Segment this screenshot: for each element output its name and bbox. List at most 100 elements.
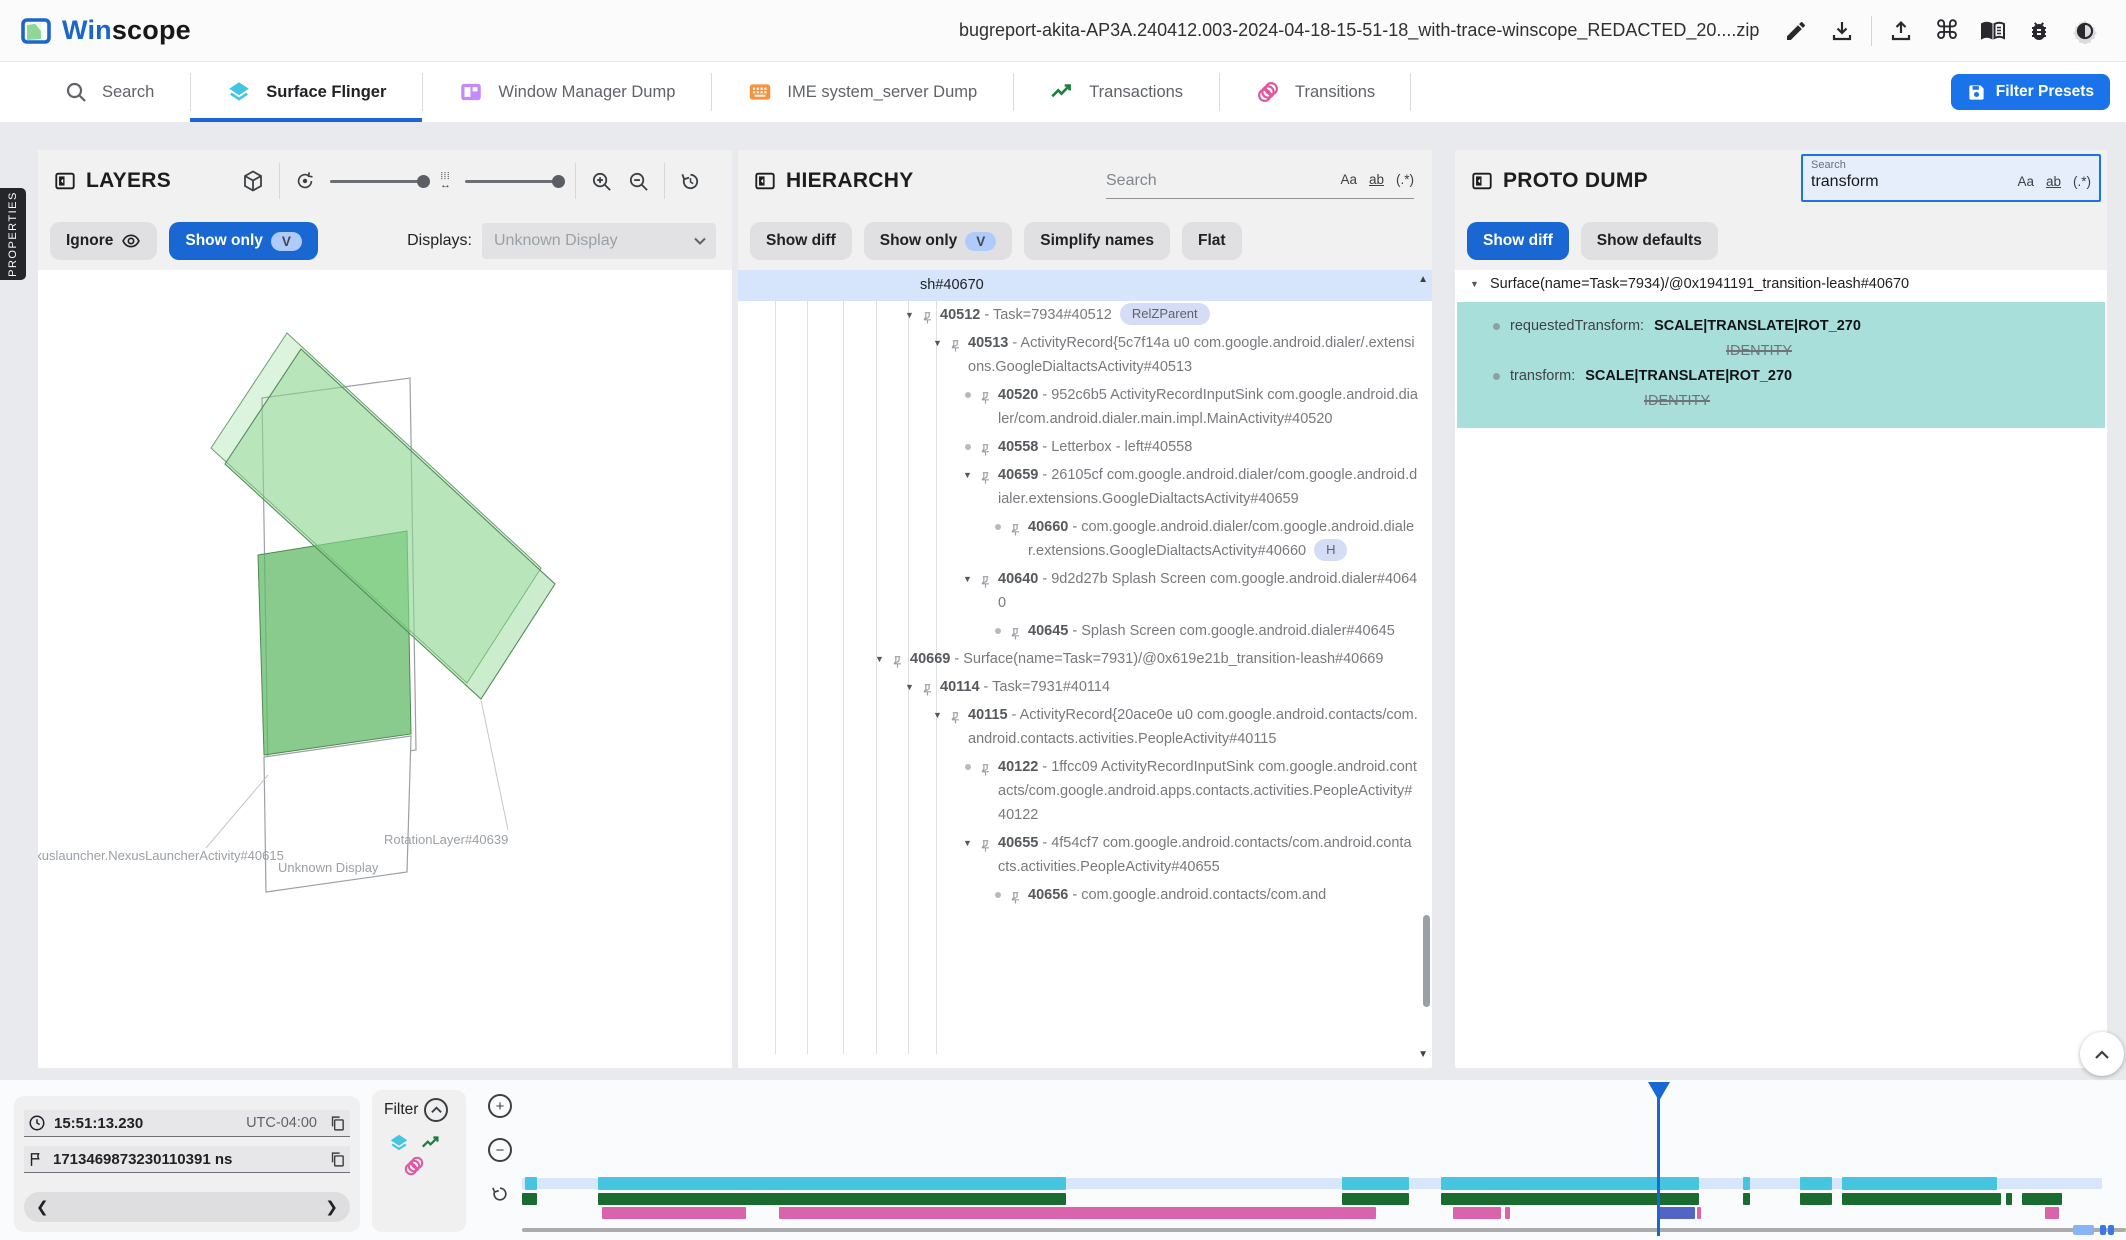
tree-node-40645[interactable]: 40645 - Splash Screen com.google.android… <box>738 617 1432 645</box>
pin-icon[interactable] <box>950 334 961 353</box>
trace-segment-transitions[interactable] <box>2045 1207 2059 1219</box>
tab-transitions[interactable]: Transitions <box>1219 62 1411 122</box>
trace-segment-transitions[interactable] <box>602 1207 746 1219</box>
trace-segment-surface-flinger[interactable] <box>1800 1177 1832 1190</box>
report-bug-icon[interactable] <box>2016 11 2062 51</box>
collapse-arrow-icon[interactable]: ▼ <box>872 647 887 671</box>
trace-segment-transactions[interactable] <box>1342 1193 1409 1205</box>
next-entry-icon[interactable]: ❯ <box>325 1198 338 1216</box>
pin-icon[interactable] <box>980 466 991 485</box>
scrollbar-thumb[interactable] <box>2073 1225 2094 1235</box>
pin-icon[interactable] <box>922 306 933 325</box>
proto-root-node[interactable]: ▼ Surface(name=Task=7934)/@0x1941191_tra… <box>1455 270 2107 300</box>
pin-icon[interactable] <box>980 386 991 405</box>
trace-segment-transactions[interactable] <box>522 1193 537 1205</box>
hierarchy-show-only-button[interactable]: Show onlyV <box>864 222 1013 260</box>
previous-entry-icon[interactable]: ❮ <box>36 1198 49 1216</box>
pin-icon[interactable] <box>1010 886 1021 905</box>
proto-show-defaults-button[interactable]: Show defaults <box>1581 222 1718 260</box>
timeline-zoom-out-icon[interactable]: − <box>488 1138 512 1162</box>
scroll-up-icon[interactable]: ▲ <box>1418 274 1428 285</box>
upload-new-trace-icon[interactable] <box>1878 11 1924 51</box>
tree-node-40655[interactable]: ▼40655 - 4f54cf7 com.google.android.cont… <box>738 829 1432 881</box>
collapse-filter-icon[interactable] <box>424 1098 448 1122</box>
hierarchy-simplify-names-button[interactable]: Simplify names <box>1024 222 1170 260</box>
tree-node-40669[interactable]: ▼40669 - Surface(name=Task=7931)/@0x619e… <box>738 645 1432 673</box>
hierarchy-search-input[interactable]: Search Aa ab (.*) <box>1106 164 1414 199</box>
pin-icon[interactable] <box>980 570 991 589</box>
timeline-zoom-in-icon[interactable]: + <box>488 1094 512 1118</box>
trace-segment-transactions[interactable] <box>2022 1193 2062 1205</box>
expand-timeline-button[interactable] <box>2080 1032 2124 1076</box>
zoom-in-icon[interactable] <box>590 170 613 193</box>
human-time-field[interactable]: 15:51:13.230 UTC-04:00 <box>24 1110 350 1137</box>
spacing-slider[interactable] <box>465 180 561 183</box>
tab-transactions[interactable]: Transactions <box>1013 62 1219 122</box>
reset-zoom-icon[interactable] <box>679 170 702 193</box>
pin-icon[interactable] <box>922 678 933 697</box>
match-case-icon[interactable]: Aa <box>1340 172 1357 187</box>
proto-property-requestedTransform[interactable]: requestedTransform:SCALE|TRANSLATE|ROT_2… <box>1493 314 2097 338</box>
tab-search[interactable]: Search <box>28 62 190 122</box>
collapse-arrow-icon[interactable]: ▼ <box>902 675 917 699</box>
documentation-icon[interactable] <box>1970 11 2016 51</box>
trace-segment-transitions[interactable] <box>1505 1207 1510 1219</box>
trace-segment-surface-flinger[interactable] <box>1441 1177 1699 1190</box>
trace-segment-transitions[interactable] <box>1453 1207 1501 1219</box>
layers-show-only-button[interactable]: Show onlyV <box>169 222 318 260</box>
tree-node-40512[interactable]: ▼40512 - Task=7934#40512RelZParent <box>738 301 1432 329</box>
pin-icon[interactable] <box>892 650 903 669</box>
proto-show-diff-button[interactable]: Show diff <box>1467 222 1569 260</box>
selected-trace-segment[interactable] <box>1659 1207 1695 1219</box>
tree-node-40656[interactable]: 40656 - com.google.android.contacts/com.… <box>738 881 1432 909</box>
tree-node-40520[interactable]: 40520 - 952c6b5 ActivityRecordInputSink … <box>738 381 1432 433</box>
displays-dropdown[interactable]: Unknown Display <box>482 223 716 259</box>
match-word-icon[interactable]: ab <box>1369 172 1384 187</box>
rotation-slider[interactable] <box>330 180 426 183</box>
trace-segment-surface-flinger[interactable] <box>1342 1177 1409 1190</box>
edit-filename-icon[interactable] <box>1773 11 1819 51</box>
tab-window-manager-dump[interactable]: Window Manager Dump <box>422 62 711 122</box>
scroll-down-icon[interactable]: ▼ <box>1418 1049 1428 1060</box>
tree-node-40115[interactable]: ▼40115 - ActivityRecord{20ace0e u0 com.g… <box>738 701 1432 753</box>
trace-segment-surface-flinger[interactable] <box>525 1177 537 1190</box>
tree-node-40114[interactable]: ▼40114 - Task=7931#40114 <box>738 673 1432 701</box>
trace-segment-transactions[interactable] <box>1842 1193 2001 1205</box>
hierarchy-show-diff-button[interactable]: Show diff <box>750 222 852 260</box>
theme-toggle-icon[interactable] <box>2062 11 2108 51</box>
keyboard-shortcuts-icon[interactable]: ⌘ <box>1924 11 1970 51</box>
timeline-tracks[interactable] <box>522 1176 2126 1226</box>
tree-node-40558[interactable]: 40558 - Letterbox - left#40558 <box>738 433 1432 461</box>
timeline-reset-icon[interactable] <box>488 1182 512 1206</box>
pin-icon[interactable] <box>1010 518 1021 537</box>
timeline-cursor-line[interactable] <box>1657 1082 1660 1236</box>
tree-node-40122[interactable]: 40122 - 1ffcc09 ActivityRecordInputSink … <box>738 753 1432 829</box>
collapse-arrow-icon[interactable]: ▼ <box>930 331 945 355</box>
surface-flinger-track-icon[interactable] <box>388 1132 410 1154</box>
hierarchy-scrollbar[interactable] <box>1423 915 1430 1007</box>
trace-segment-transitions[interactable] <box>1697 1207 1701 1219</box>
transactions-track-icon[interactable] <box>420 1132 442 1154</box>
pin-icon[interactable] <box>980 758 991 777</box>
trace-segment-surface-flinger[interactable] <box>1842 1177 1997 1190</box>
tree-node-40513[interactable]: ▼40513 - ActivityRecord{5c7f14a u0 com.g… <box>738 329 1432 381</box>
shading-mode-icon[interactable] <box>241 169 265 193</box>
match-word-icon[interactable]: ab <box>2046 174 2061 189</box>
layers-ignore-button[interactable]: Ignore <box>50 222 157 260</box>
transitions-track-icon[interactable] <box>402 1154 426 1178</box>
trace-segment-transactions[interactable] <box>1743 1193 1750 1205</box>
trace-segment-surface-flinger[interactable] <box>1743 1177 1750 1190</box>
proto-search-input[interactable]: Search transform Aa ab (.*) <box>1801 154 2101 202</box>
tab-surface-flinger[interactable]: Surface Flinger <box>190 62 422 122</box>
regex-icon[interactable]: (.*) <box>1396 172 1414 187</box>
properties-side-tab[interactable]: PROPERTIES <box>0 188 26 280</box>
tree-node-40640[interactable]: ▼40640 - 9d2d27b Splash Screen com.googl… <box>738 565 1432 617</box>
pin-icon[interactable] <box>980 438 991 457</box>
download-traces-icon[interactable] <box>1819 11 1865 51</box>
zoom-out-icon[interactable] <box>627 170 650 193</box>
collapse-arrow-icon[interactable]: ▼ <box>960 567 975 591</box>
ns-time-field[interactable]: 1713469873230110391 ns <box>24 1146 350 1173</box>
pin-icon[interactable] <box>950 706 961 725</box>
regex-icon[interactable]: (.*) <box>2073 174 2091 189</box>
tab-ime-system-server-dump[interactable]: IME system_server Dump <box>711 62 1013 122</box>
